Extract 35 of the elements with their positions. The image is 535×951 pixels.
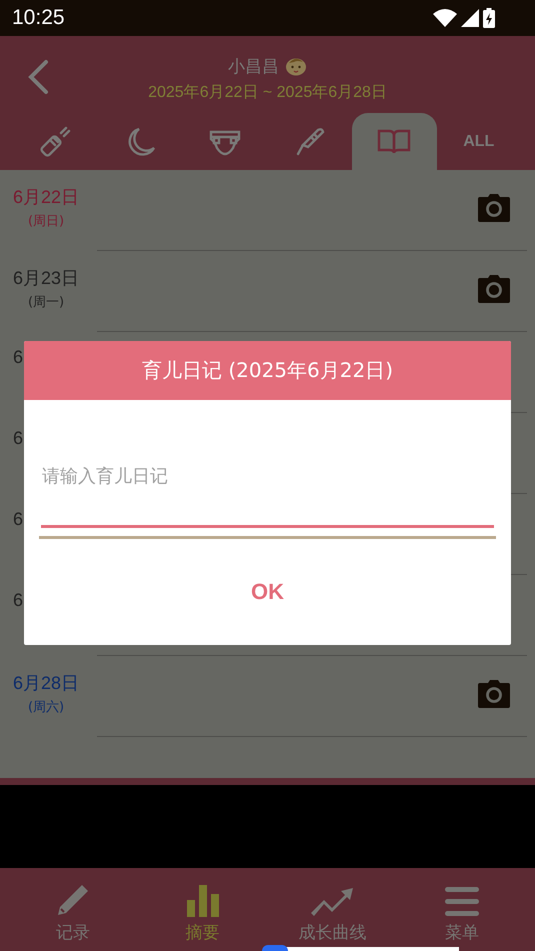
weekday-label: (周一) [28, 294, 64, 311]
battery-icon [483, 8, 495, 28]
baby-face-icon [285, 56, 307, 76]
day-date: 6月28日 [13, 672, 80, 695]
baby-bottle-icon [40, 126, 72, 158]
nav-item[interactable]: 菜单 [397, 868, 527, 945]
signal-icon [461, 9, 479, 27]
camera-icon[interactable] [478, 194, 510, 222]
day-date: 6月22日 [13, 186, 80, 209]
pencil-icon [56, 883, 90, 917]
day-date: 6 [13, 347, 24, 368]
camera-icon[interactable] [478, 275, 510, 303]
ok-button[interactable]: OK [237, 573, 298, 611]
nav-item[interactable]: 记录 [8, 868, 138, 945]
status-time: 10:25 [12, 6, 65, 30]
day-date: 6 [13, 590, 24, 611]
weekday-label: (周日) [28, 213, 64, 230]
nav-item[interactable]: 成长曲线 [268, 868, 398, 945]
menu-icon [445, 887, 480, 917]
category-tab[interactable]: ALL [436, 113, 521, 170]
camera-icon[interactable] [478, 680, 510, 708]
wifi-icon [433, 9, 457, 27]
book-icon [377, 128, 412, 154]
bar-chart-icon [186, 883, 220, 917]
date-range: 2025年6月22日 ~ 2025年6月28日 [148, 82, 387, 102]
category-tab[interactable] [352, 113, 436, 170]
back-icon[interactable] [26, 59, 50, 95]
nav-item[interactable]: 摘要 [138, 868, 268, 945]
dialog-title: 育儿日记 (2025年6月22日) [142, 357, 394, 384]
weekday-label: (周六) [28, 699, 64, 716]
day-date: 6 [13, 428, 24, 449]
day-date: 6 [13, 509, 24, 530]
day-date: 6月23日 [13, 267, 80, 290]
trend-up-icon [310, 887, 354, 917]
baby-name: 小昌昌 [228, 56, 279, 78]
